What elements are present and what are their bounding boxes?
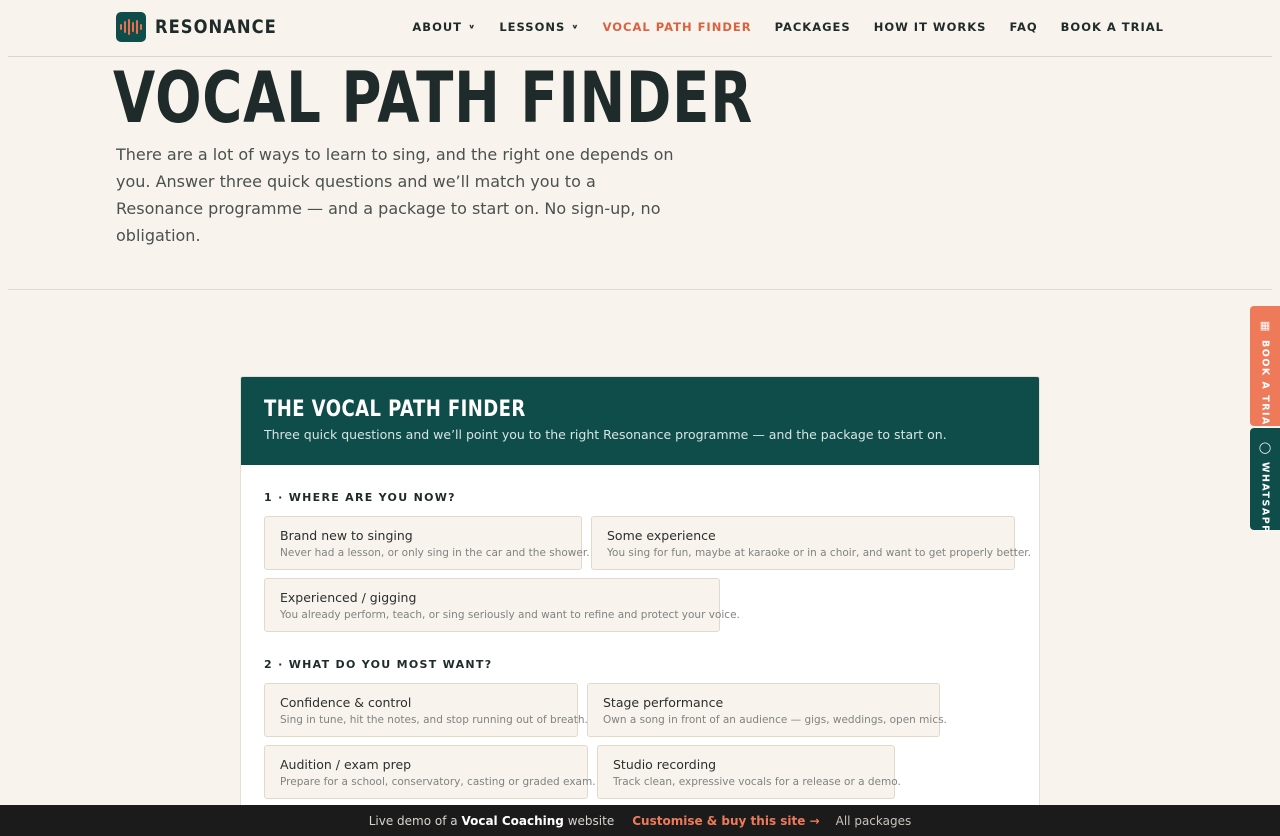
chevron-down-icon: ∨ [468, 23, 477, 31]
demo-prefix: Live demo of a [368, 813, 458, 828]
nav-how-it-works[interactable]: HOW IT WORKS [874, 20, 987, 34]
whatsapp-side-tab[interactable]: ◯ WHATSAPP [1250, 428, 1280, 534]
question-1-label: 1 · WHERE ARE YOU NOW? [264, 491, 456, 504]
nav-faq[interactable]: FAQ [1009, 20, 1037, 34]
nav-vocal-path-finder[interactable]: VOCAL PATH FINDER [603, 20, 752, 34]
finder-subtitle: Three quick questions and we’ll point yo… [264, 427, 947, 442]
all-packages-link[interactable]: All packages [836, 814, 912, 828]
whatsapp-side-label: WHATSAPP [1259, 462, 1271, 534]
option-desc: Prepare for a school, conservatory, cast… [280, 776, 596, 788]
option-studio-recording[interactable]: Studio recording Track clean, expressive… [597, 745, 901, 799]
option-desc: Sing in tune, hit the notes, and stop ru… [280, 714, 588, 726]
hero-lead: There are a lot of ways to learn to sing… [116, 145, 674, 245]
option-experienced[interactable]: Experienced / gigging You already perfor… [264, 578, 740, 632]
option-title: Studio recording [613, 757, 717, 772]
chevron-down-icon: ∨ [571, 23, 580, 31]
calendar-icon: ▦ [1259, 319, 1271, 332]
site-header: RESONANCE ABOUT ∨ LESSONS ∨ VOCAL PATH FIN… [0, 0, 1280, 56]
nav-packages[interactable]: PACKAGES [775, 20, 851, 34]
chat-bubble-icon: ◯ [1258, 441, 1272, 454]
nav-lessons-label: LESSONS [499, 20, 566, 34]
book-trial-side-label: BOOK A TRIAL [1259, 340, 1271, 434]
option-desc: Never had a lesson, or only sing in the … [280, 547, 590, 559]
demo-site-type: Vocal Coaching [461, 813, 564, 828]
nav-book-a-trial[interactable]: BOOK A TRIAL [1061, 20, 1164, 34]
option-brand-new[interactable]: Brand new to singing Never had a lesson,… [264, 516, 590, 570]
nav-lessons[interactable]: LESSONS ∨ [499, 20, 579, 34]
book-trial-side-tab[interactable]: ▦ BOOK A TRIAL [1250, 306, 1280, 433]
question-2-label: 2 · WHAT DO YOU MOST WANT? [264, 658, 493, 671]
option-title: Confidence & control [280, 695, 412, 710]
vocal-path-finder-card: THE VOCAL PATH FINDER Three quick questi… [240, 376, 1040, 836]
section-divider [8, 289, 1272, 290]
option-title: Audition / exam prep [280, 757, 412, 772]
option-desc: You sing for fun, maybe at karaoke or in… [607, 547, 1031, 559]
option-title: Brand new to singing [280, 528, 413, 543]
option-desc: Own a song in front of an audience — gig… [603, 714, 947, 726]
brand-logo[interactable]: RESONANCE [116, 12, 297, 42]
demo-suffix: website [567, 813, 615, 828]
option-desc: Track clean, expressive vocals for a rel… [613, 776, 901, 788]
option-some-experience[interactable]: Some experience You sing for fun, maybe … [591, 516, 1031, 570]
option-title: Experienced / gigging [280, 590, 417, 605]
option-confidence-control[interactable]: Confidence & control Sing in tune, hit t… [264, 683, 588, 737]
brand-name: RESONANCE [155, 16, 277, 38]
option-title: Stage performance [603, 695, 724, 710]
page-title: VOCAL PATH FINDER [113, 57, 754, 139]
finder-header: THE VOCAL PATH FINDER Three quick questi… [241, 377, 1039, 465]
nav-about-label: ABOUT [412, 20, 463, 34]
option-stage-performance[interactable]: Stage performance Own a song in front of… [587, 683, 947, 737]
nav-about[interactable]: ABOUT ∨ [412, 20, 476, 34]
option-title: Some experience [607, 528, 716, 543]
demo-bar: Live demo of a Vocal Coaching website Cu… [0, 805, 1280, 836]
option-desc: You already perform, teach, or sing seri… [280, 609, 740, 621]
option-audition-prep[interactable]: Audition / exam prep Prepare for a schoo… [264, 745, 596, 799]
finder-title: THE VOCAL PATH FINDER [264, 397, 526, 422]
customise-buy-link[interactable]: Customise & buy this site → [632, 814, 819, 828]
soundwave-icon [116, 12, 146, 42]
main-nav: ABOUT ∨ LESSONS ∨ VOCAL PATH FINDER PACKAG… [389, 20, 1164, 34]
